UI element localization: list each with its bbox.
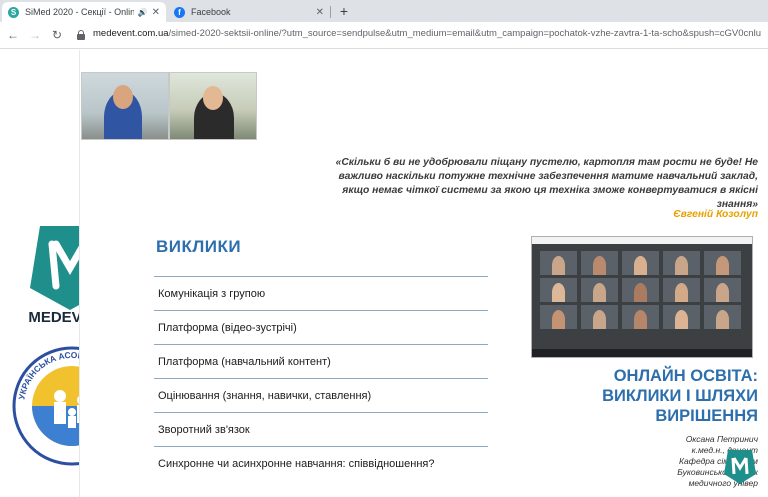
meeting-taskbar <box>532 349 752 357</box>
title-line-1: ОНЛАЙН ОСВІТА: <box>613 367 758 385</box>
participant-tile <box>581 251 618 275</box>
forward-arrow-icon[interactable]: → <box>27 27 43 43</box>
participant-tile <box>663 251 700 275</box>
page-content: MEDEVENT УКРАЇНСЬКА АСОЦІАЦІЯ СІМЕЙНОЇ М… <box>0 50 768 497</box>
back-arrow-icon[interactable]: ← <box>5 27 21 43</box>
tab-strip: S SiMed 2020 - Секції - Online 🔊 ✕ f Fac… <box>0 0 768 22</box>
online-education-title: ОНЛАЙН ОСВІТА: ВИКЛИКИ І ШЛЯХИ ВИРІШЕННЯ <box>560 366 758 426</box>
meeting-toolbar <box>532 237 752 244</box>
title-line-3: ВИРІШЕННЯ <box>655 407 758 425</box>
tab-facebook[interactable]: f Facebook ✕ <box>168 2 330 22</box>
simed-favicon-icon: S <box>8 6 19 18</box>
medevent-mini-logo <box>724 450 756 484</box>
reload-icon[interactable]: ↻ <box>49 27 65 43</box>
new-tab-plus-icon[interactable]: + <box>336 3 352 19</box>
challenge-item: Зворотний зв'язок <box>154 412 488 446</box>
participant-tile <box>540 305 577 329</box>
presenter-face <box>113 85 133 109</box>
facebook-favicon-icon: f <box>174 6 185 18</box>
participant-tile <box>540 278 577 302</box>
tab-simed[interactable]: S SiMed 2020 - Секції - Online 🔊 ✕ <box>2 2 166 22</box>
participant-tile <box>581 278 618 302</box>
title-line-2: ВИКЛИКИ І ШЛЯХИ <box>602 387 758 405</box>
challenge-item: Синхронне чи асинхронне навчання: співві… <box>154 446 488 480</box>
participant-tile <box>622 251 659 275</box>
participant-tile <box>704 305 741 329</box>
video-meeting-screenshot <box>531 236 753 358</box>
url-path: /simed-2020-sektsii-online/?utm_source=s… <box>168 28 761 39</box>
participant-tile <box>622 278 659 302</box>
presenter-face <box>203 86 223 110</box>
tab-divider <box>330 6 331 18</box>
challenges-heading: ВИКЛИКИ <box>156 237 242 256</box>
close-tab-icon[interactable]: ✕ <box>152 7 160 18</box>
address-bar: ← → ↻ medevent.com.ua/simed-2020-sektsii… <box>0 22 768 49</box>
slide-quote: «Скільки б ви не удобрювали піщану пусте… <box>335 157 758 210</box>
url-field[interactable]: medevent.com.ua/simed-2020-sektsii-onlin… <box>93 28 768 39</box>
participant-grid <box>540 251 746 329</box>
participant-tile <box>540 251 577 275</box>
participant-tile <box>622 305 659 329</box>
participant-tile <box>704 251 741 275</box>
challenge-item: Оцінювання (знання, навички, ставлення) <box>154 378 488 412</box>
lock-icon[interactable] <box>77 30 85 40</box>
presentation-slide: «Скільки б ви не удобрювали піщану пусте… <box>79 50 768 497</box>
quote-author: Євгеній Козолуп <box>673 209 758 220</box>
participant-tile <box>663 278 700 302</box>
webcam-thumbnail-2[interactable] <box>169 72 257 140</box>
tab-title: SiMed 2020 - Секції - Online <box>25 7 134 17</box>
url-host: medevent.com.ua <box>93 28 169 39</box>
challenge-item: Платформа (навчальний контент) <box>154 344 488 378</box>
participant-tile <box>704 278 741 302</box>
challenge-item: Комунікація з групою <box>154 276 488 310</box>
webcam-thumbnail-1[interactable] <box>81 72 169 140</box>
participant-tile <box>663 305 700 329</box>
challenge-item: Платформа (відео-зустрічі) <box>154 310 488 344</box>
speaker-icon[interactable]: 🔊 <box>138 8 148 17</box>
tab-title: Facebook <box>191 7 231 17</box>
participant-tile <box>581 305 618 329</box>
close-tab-icon[interactable]: ✕ <box>316 7 324 18</box>
author-line: Оксана Петринич <box>685 434 758 444</box>
